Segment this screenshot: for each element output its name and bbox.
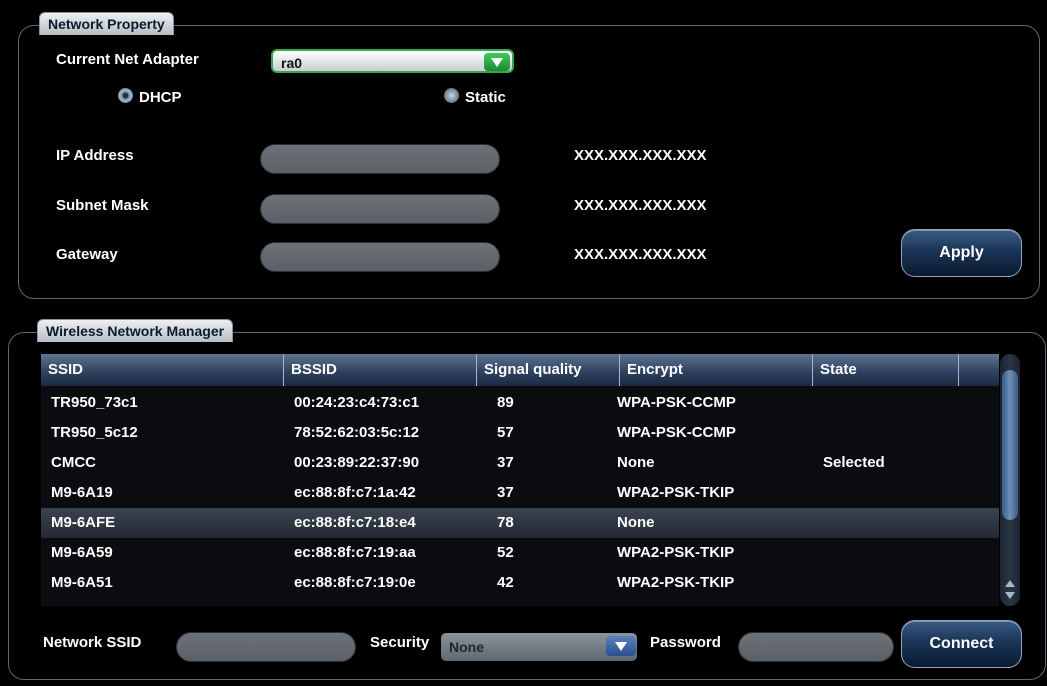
ip-address-label: IP Address: [56, 147, 134, 164]
cell-encrypt: WPA-PSK-CCMP: [617, 394, 736, 411]
table-row[interactable]: M9-6A19 ec:88:8f:c7:1a:42 37 WPA2-PSK-TKIP: [41, 478, 999, 508]
wireless-network-table[interactable]: SSID BSSID Signal quality Encrypt State …: [41, 354, 999, 606]
cell-encrypt: WPA2-PSK-TKIP: [617, 574, 735, 591]
chevron-down-icon[interactable]: [484, 53, 510, 71]
adapter-select-value: ra0: [281, 55, 303, 71]
subnet-mask-field[interactable]: [260, 194, 500, 224]
security-select[interactable]: None: [441, 633, 637, 661]
network-property-title: Network Property: [39, 12, 174, 35]
cell-signal-quality: 78: [497, 514, 514, 531]
security-select-value: None: [449, 639, 484, 655]
cell-bssid: ec:88:8f:c7:19:0e: [294, 574, 416, 591]
gateway-label: Gateway: [56, 246, 118, 263]
table-row[interactable]: M9-6A59 ec:88:8f:c7:19:aa 52 WPA2-PSK-TKIP: [41, 538, 999, 568]
scrollbar-thumb[interactable]: [1002, 370, 1018, 520]
cell-ssid: M9-6A51: [51, 574, 113, 591]
current-adapter-label: Current Net Adapter: [56, 51, 199, 68]
cell-signal-quality: 52: [497, 544, 514, 561]
cell-bssid: 00:23:89:22:37:90: [294, 454, 420, 471]
gateway-display: XXX.XXX.XXX.XXX: [574, 246, 707, 263]
table-row[interactable]: TR950_73c1 00:24:23:c4:73:c1 89 WPA-PSK-CCM…: [41, 388, 999, 418]
cell-ssid: CMCC: [51, 454, 96, 471]
ip-address-display: XXX.XXX.XXX.XXX: [574, 147, 707, 164]
cell-state: [813, 568, 823, 598]
cell-state: [813, 508, 823, 538]
column-header-bssid[interactable]: BSSID: [284, 354, 477, 386]
cell-ssid: TR950_73c1: [51, 394, 138, 411]
cell-state: [813, 418, 823, 448]
cell-signal-quality: 37: [497, 454, 514, 471]
table-header: SSID BSSID Signal quality Encrypt State: [41, 354, 999, 386]
wireless-manager-title: Wireless Network Manager: [37, 319, 234, 342]
connect-button[interactable]: Connect: [901, 620, 1022, 668]
network-ssid-label: Network SSID: [43, 634, 142, 651]
column-header-signal-quality[interactable]: Signal quality: [477, 354, 620, 386]
cell-signal-quality: 37: [497, 484, 514, 501]
column-header-encrypt[interactable]: Encrypt: [620, 354, 813, 386]
table-row[interactable]: M9-6AFE ec:88:8f:c7:18:e4 78 None: [41, 508, 999, 538]
dhcp-label: DHCP: [139, 89, 182, 106]
static-radio[interactable]: Static: [444, 88, 506, 106]
cell-encrypt: WPA-PSK-CCMP: [617, 424, 736, 441]
table-row[interactable]: TR950_5c12 78:52:62:03:5c:12 57 WPA-PSK-CCM…: [41, 418, 999, 448]
subnet-mask-label: Subnet Mask: [56, 197, 149, 214]
cell-bssid: ec:88:8f:c7:18:e4: [294, 514, 416, 531]
cell-ssid: M9-6AFE: [51, 514, 116, 531]
cell-state: Selected: [823, 454, 885, 471]
password-label: Password: [650, 634, 721, 651]
chevron-down-icon[interactable]: [606, 636, 636, 656]
cell-state: [813, 388, 823, 418]
column-header-ssid[interactable]: SSID: [41, 354, 284, 386]
cell-signal-quality: 89: [497, 394, 514, 411]
column-header-state[interactable]: State: [813, 354, 959, 386]
password-field[interactable]: [738, 632, 894, 662]
scroll-up-icon[interactable]: [1005, 580, 1015, 587]
subnet-mask-display: XXX.XXX.XXX.XXX: [574, 197, 707, 214]
cell-ssid: TR950_5c12: [51, 424, 138, 441]
cell-signal-quality: 42: [497, 574, 514, 591]
cell-signal-quality: 57: [497, 424, 514, 441]
cell-state: [813, 538, 823, 568]
radio-unselected-icon[interactable]: [444, 88, 459, 103]
cell-state: [813, 478, 823, 508]
ip-address-field[interactable]: [260, 144, 500, 174]
dhcp-radio[interactable]: DHCP: [118, 88, 182, 106]
network-ssid-field[interactable]: [176, 632, 356, 662]
cell-bssid: 00:24:23:c4:73:c1: [294, 394, 420, 411]
cell-encrypt: WPA2-PSK-TKIP: [617, 544, 735, 561]
cell-encrypt: WPA2-PSK-TKIP: [617, 484, 735, 501]
apply-button[interactable]: Apply: [901, 229, 1022, 277]
cell-bssid: ec:88:8f:c7:1a:42: [294, 484, 416, 501]
table-row[interactable]: CMCC 00:23:89:22:37:90 37 None Selected: [41, 448, 999, 478]
table-scrollbar[interactable]: [1000, 354, 1020, 606]
radio-selected-icon[interactable]: [118, 88, 133, 103]
cell-bssid: ec:88:8f:c7:19:aa: [294, 544, 416, 561]
static-label: Static: [465, 89, 506, 106]
security-label: Security: [370, 634, 430, 651]
cell-ssid: M9-6A19: [51, 484, 113, 501]
cell-encrypt: None: [617, 454, 655, 471]
cell-bssid: 78:52:62:03:5c:12: [294, 424, 420, 441]
cell-encrypt: None: [617, 514, 655, 531]
gateway-field[interactable]: [260, 242, 500, 272]
scroll-down-icon[interactable]: [1005, 592, 1015, 599]
adapter-select[interactable]: ra0: [271, 49, 514, 73]
cell-ssid: M9-6A59: [51, 544, 113, 561]
table-row[interactable]: M9-6A51 ec:88:8f:c7:19:0e 42 WPA2-PSK-TKIP: [41, 568, 999, 598]
